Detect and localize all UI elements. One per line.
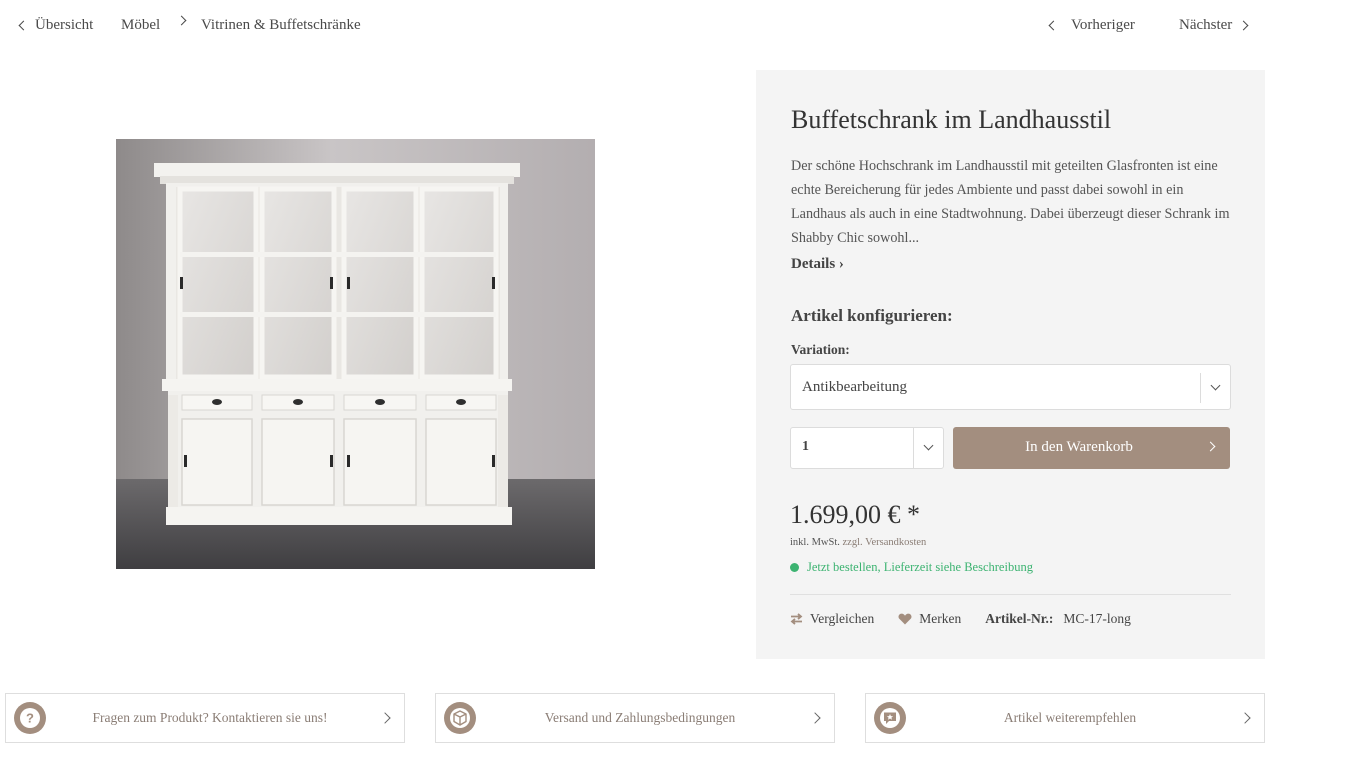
- add-to-cart-button[interactable]: In den Warenkorb: [953, 427, 1230, 469]
- breadcrumb-subcategory-label: Vitrinen & Buffetschränke: [201, 17, 361, 33]
- shipping-costs-link[interactable]: zzgl. Versandkosten: [843, 537, 927, 548]
- product-title: Buffetschrank im Landhausstil: [791, 105, 1112, 134]
- variation-value: Antikbearbeitung: [802, 379, 907, 395]
- next-label: Nächster: [1179, 17, 1233, 33]
- add-to-cart-label: In den Warenkorb: [1025, 439, 1133, 455]
- delivery-status: Jetzt bestellen, Lieferzeit siehe Beschr…: [790, 560, 1033, 575]
- recommend-box[interactable]: Artikel weiterempfehlen: [865, 693, 1265, 743]
- article-number-value: MC-17-long: [1063, 611, 1131, 626]
- svg-text:?: ?: [26, 711, 34, 726]
- compare-button[interactable]: Vergleichen: [790, 611, 874, 627]
- product-actions: Vergleichen Merken Artikel-Nr.: MC-17-lo…: [790, 611, 1131, 627]
- compare-arrows-icon: [790, 613, 803, 625]
- question-icon: ?: [14, 702, 46, 734]
- previous-product-link[interactable]: Vorheriger: [1048, 17, 1135, 34]
- tax-label: inkl. MwSt.: [790, 537, 840, 548]
- shipping-payment-label: Versand und Zahlungsbedingungen: [544, 710, 736, 725]
- variation-label: Variation:: [791, 342, 850, 357]
- breadcrumb-subcategory-link[interactable]: Vitrinen & Buffetschränke: [201, 17, 361, 34]
- chevron-down-icon: [1210, 380, 1221, 391]
- status-dot-icon: [790, 563, 799, 572]
- recommend-label: Artikel weiterempfehlen: [1003, 710, 1137, 725]
- chevron-left-icon: [1048, 20, 1059, 31]
- chevron-right-icon: [809, 712, 821, 724]
- details-link[interactable]: Details ›: [791, 256, 844, 273]
- heart-icon: [898, 613, 912, 625]
- delivery-text: Jetzt bestellen, Lieferzeit siehe Beschr…: [807, 560, 1033, 574]
- article-number: Artikel-Nr.: MC-17-long: [985, 611, 1131, 627]
- chevron-right-icon: [1239, 712, 1251, 724]
- product-buybox: Buffetschrank im Landhausstil Der schöne…: [756, 70, 1265, 659]
- quantity-value: 1: [802, 439, 809, 454]
- shipping-payment-box[interactable]: Versand und Zahlungsbedingungen: [435, 693, 835, 743]
- package-icon: [444, 702, 476, 734]
- quantity-dropdown-toggle[interactable]: [913, 428, 943, 468]
- breadcrumb-category-link[interactable]: Möbel: [121, 17, 160, 34]
- chevron-right-icon: [176, 15, 187, 26]
- compare-label: Vergleichen: [810, 611, 875, 626]
- tax-note: inkl. MwSt. zzgl. Versandkosten: [790, 537, 926, 548]
- top-navigation: Übersicht Möbel Vitrinen & Buffetschränk…: [0, 0, 1360, 55]
- product-image[interactable]: [116, 139, 595, 569]
- product-description: Der schöne Hochschrank im Landhausstil m…: [791, 158, 1230, 246]
- chevron-right-icon: [379, 712, 391, 724]
- breadcrumb-category-label: Möbel: [121, 17, 161, 33]
- contact-label: Fragen zum Produkt? Kontaktieren sie uns…: [92, 710, 328, 725]
- breadcrumb-overview-label: Übersicht: [35, 17, 94, 33]
- contact-box[interactable]: ? Fragen zum Produkt? Kontaktieren sie u…: [5, 693, 405, 743]
- breadcrumb-separator: [176, 15, 187, 26]
- white-buffet-cabinet-photo: [116, 139, 595, 569]
- configure-heading: Artikel konfigurieren:: [791, 306, 953, 325]
- chevron-right-icon: [1205, 441, 1216, 452]
- variation-select[interactable]: Antikbearbeitung: [790, 364, 1231, 410]
- chevron-right-icon: [1238, 20, 1249, 31]
- recommend-icon: [874, 702, 906, 734]
- previous-label: Vorheriger: [1071, 17, 1135, 33]
- divider: [790, 594, 1231, 595]
- quantity-select[interactable]: 1: [790, 427, 944, 469]
- next-product-link[interactable]: Nächster: [1179, 17, 1249, 34]
- dropdown-toggle[interactable]: [1200, 373, 1230, 403]
- chevron-left-icon: [18, 20, 29, 31]
- breadcrumb-overview-link[interactable]: Übersicht: [18, 17, 94, 34]
- chevron-down-icon: [923, 440, 934, 451]
- article-number-label: Artikel-Nr.:: [985, 611, 1054, 626]
- remember-label: Merken: [919, 611, 962, 626]
- product-price: 1.699,00 € *: [790, 500, 920, 529]
- remember-button[interactable]: Merken: [898, 611, 961, 627]
